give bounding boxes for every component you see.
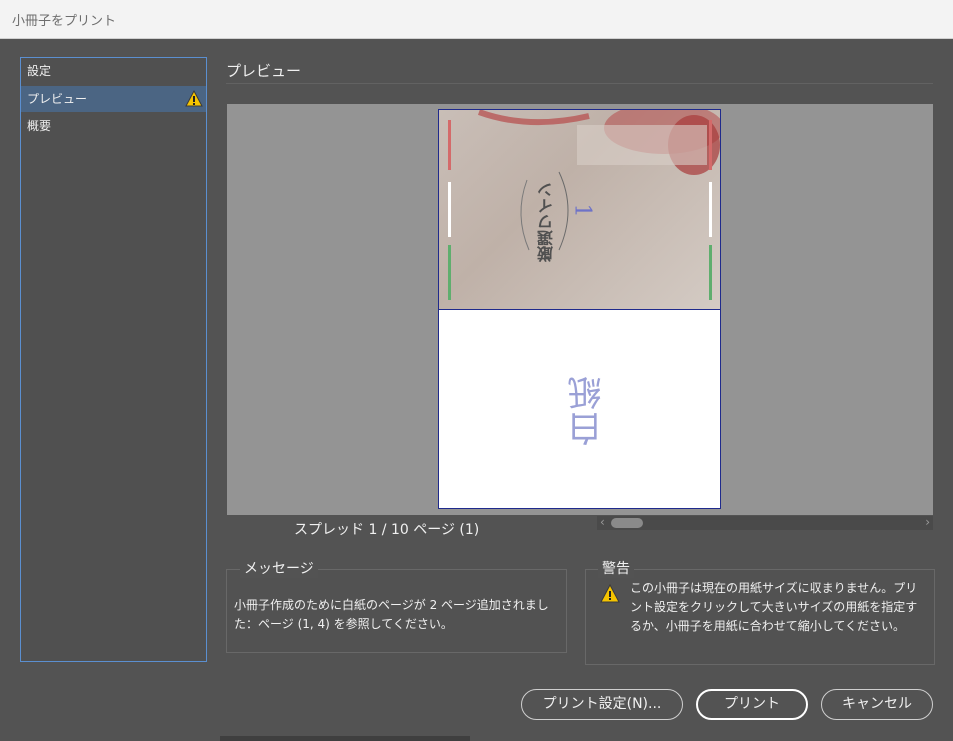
cancel-button[interactable]: キャンセル	[821, 689, 933, 720]
scrollbar-thumb[interactable]	[611, 518, 643, 528]
blank-page-label: 白紙	[568, 374, 608, 446]
sidebar-item-label: プレビュー	[27, 92, 88, 106]
sidebar: 設定 プレビュー 概要	[20, 57, 207, 662]
messages-text: 小冊子作成のために白紙のページが 2 ページ追加されました：ページ (1, 4)…	[234, 598, 549, 631]
underlying-window-edge	[220, 736, 470, 741]
cover-image: 厳選ワイン 1	[439, 110, 720, 310]
sidebar-item-preview[interactable]: プレビュー	[21, 86, 206, 112]
blank-page: 白紙	[439, 310, 720, 508]
sidebar-item-label: 設定	[27, 64, 52, 78]
warning-icon	[185, 90, 203, 107]
warning-icon	[600, 584, 620, 603]
horizontal-scrollbar[interactable]: ‹ ›	[597, 515, 933, 530]
scroll-right-icon[interactable]: ›	[925, 515, 930, 529]
print-settings-button[interactable]: プリント設定(N)...	[521, 689, 683, 720]
spread-indicator: スプレッド 1 / 10 ページ (1)	[294, 522, 480, 538]
scroll-left-icon[interactable]: ‹	[600, 515, 605, 529]
preview-page: 厳選ワイン 1 白紙	[438, 109, 721, 509]
print-button[interactable]: プリント	[696, 689, 808, 720]
cover-title: 厳選ワイン	[537, 182, 556, 262]
title-bar: 小冊子をプリント	[0, 0, 953, 39]
sidebar-item-settings[interactable]: 設定	[21, 58, 206, 84]
window-title: 小冊子をプリント	[12, 14, 117, 29]
cover-number: 1	[569, 203, 595, 218]
preview-section-title: プレビュー	[226, 62, 302, 80]
messages-title: メッセージ	[240, 558, 318, 578]
sidebar-item-label: 概要	[27, 119, 52, 133]
sidebar-item-summary[interactable]: 概要	[21, 113, 206, 139]
warning-title: 警告	[598, 558, 634, 578]
warning-text: この小冊子は現在の用紙サイズに収まりません。プリント設定をクリックして大きいサイ…	[630, 581, 918, 633]
divider	[226, 83, 933, 84]
